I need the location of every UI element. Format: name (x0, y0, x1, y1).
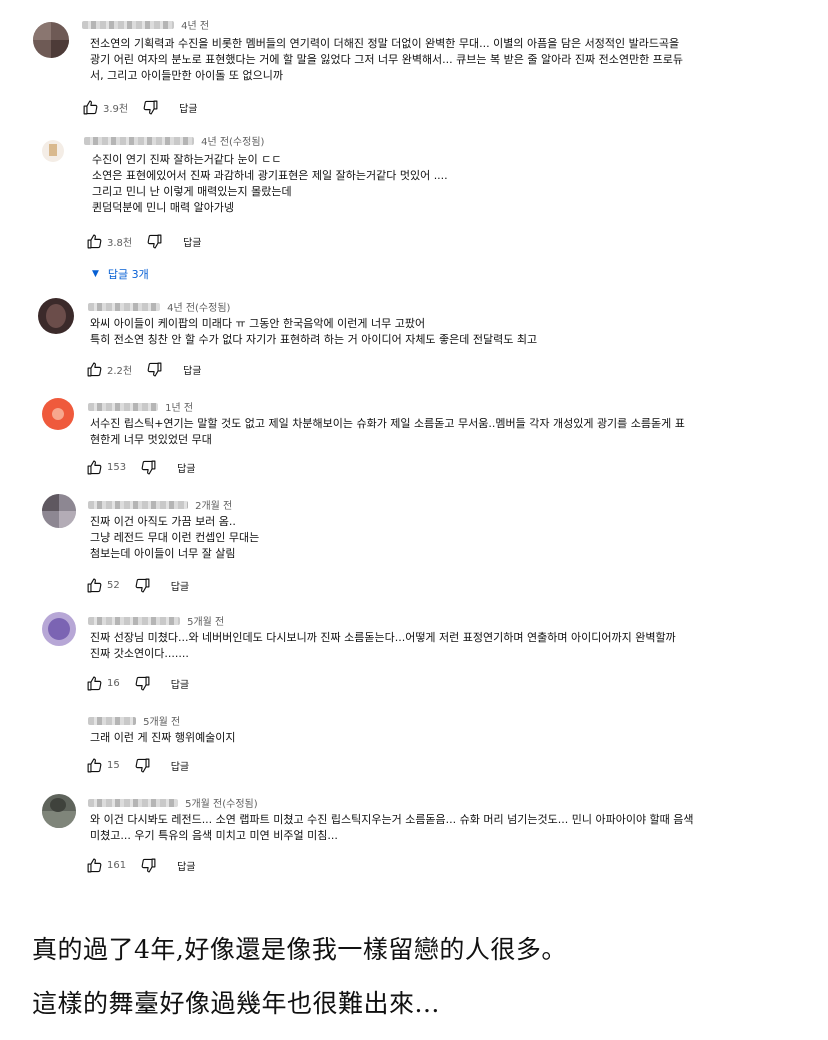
show-replies-label: 답글 3개 (107, 268, 149, 281)
thumb-up-icon[interactable] (86, 361, 103, 378)
thumb-down-icon[interactable] (140, 459, 157, 476)
comment-text: 진짜 선장님 미쳤다...와 네버버인데도 다시보니까 진짜 소름돋는다...어… (90, 631, 676, 660)
comment-timestamp: 5개월 전(수정됨) (185, 799, 258, 810)
thumb-up-icon[interactable] (86, 757, 103, 774)
reply-button[interactable]: 답글 (171, 758, 189, 773)
comment-author[interactable]: 5개월 전(수정됨) (88, 792, 258, 810)
thumb-up-icon[interactable] (82, 99, 99, 116)
comment-text: 전소연의 기획력과 수진을 비롯한 멤버들의 연기력이 더해진 정말 더없이 완… (90, 37, 684, 82)
thumb-down-icon[interactable] (146, 361, 163, 378)
caption-line-1: 真的過了4年,好像還是像我一樣留戀的人很多。 (32, 935, 567, 964)
like-count: 16 (107, 677, 120, 689)
author-name-redacted (88, 616, 180, 625)
reply-button[interactable]: 답글 (171, 676, 189, 691)
avatar[interactable] (42, 612, 76, 646)
comment-text: 진짜 이건 아직도 가끔 보러 옴.. 그냥 레전드 무대 이런 컨셉인 무대는… (90, 515, 260, 560)
comment-author[interactable]: 4년 전 (82, 14, 209, 32)
author-name-redacted (88, 798, 178, 807)
like-count: 2.2천 (107, 365, 133, 377)
comment-actions: 52 답글 (86, 576, 189, 594)
avatar[interactable] (42, 794, 76, 828)
thumb-up-icon[interactable] (86, 857, 103, 874)
avatar[interactable] (38, 298, 74, 334)
comment-actions: 161 답글 (86, 856, 196, 874)
comment-author[interactable]: 2개월 전 (88, 494, 232, 512)
reply-button[interactable]: 답글 (183, 362, 201, 377)
comment-actions: 16 답글 (86, 674, 189, 692)
thumb-down-icon[interactable] (140, 857, 157, 874)
comment-actions: 3.9천 답글 (82, 98, 198, 116)
comment-author[interactable]: 4년 전(수정됨) (84, 130, 264, 148)
thumb-up-icon[interactable] (86, 577, 103, 594)
like-count: 153 (107, 461, 127, 473)
thumb-up-icon[interactable] (86, 233, 103, 250)
thumb-up-icon[interactable] (86, 459, 103, 476)
comment-text: 와 이건 다시봐도 레전드... 소연 랩파트 미쳤고 수진 립스틱지우는거 소… (90, 813, 694, 842)
comment-timestamp: 2개월 전 (195, 501, 233, 512)
show-replies-button[interactable]: ▼ 답글 3개 (92, 266, 149, 282)
comment-actions: 15 답글 (86, 756, 189, 774)
comment-text: 수진이 연기 진짜 잘하는거같다 눈이 ㄷㄷ 소연은 표현에있어서 진짜 과감하… (92, 153, 448, 214)
thumb-down-icon[interactable] (134, 577, 151, 594)
comment-actions: 153 답글 (86, 458, 196, 476)
like-count: 52 (107, 579, 120, 591)
comment-timestamp: 5개월 전 (187, 617, 225, 628)
avatar[interactable] (33, 22, 69, 58)
comment-author[interactable]: 5개월 전 (88, 710, 180, 728)
chevron-down-icon: ▼ (92, 269, 99, 279)
avatar[interactable] (42, 140, 64, 162)
like-count: 15 (107, 759, 120, 771)
reply-button[interactable]: 답글 (177, 460, 195, 475)
comment-timestamp: 1년 전 (165, 403, 194, 414)
comment-actions: 3.8천 답글 (86, 232, 202, 250)
like-count: 3.8천 (107, 237, 133, 249)
reply-button[interactable]: 답글 (177, 858, 195, 873)
comment-actions: 2.2천 답글 (86, 360, 202, 378)
comment-author[interactable]: 5개월 전 (88, 610, 224, 628)
author-name-redacted (84, 136, 194, 145)
reply-button[interactable]: 답글 (179, 100, 197, 115)
avatar[interactable] (42, 398, 74, 430)
comment-timestamp: 5개월 전 (143, 717, 181, 728)
comment-text: 그래 이런 게 진짜 행위예술이지 (90, 731, 236, 744)
comment-text: 와씨 아이들이 케이팝의 미래다 ㅠ 그동안 한국음악에 이런게 너무 고팠어 … (90, 317, 538, 346)
reply-button[interactable]: 답글 (183, 234, 201, 249)
like-count: 161 (107, 859, 127, 871)
comment-author[interactable]: 1년 전 (88, 396, 193, 414)
author-name-redacted (82, 20, 174, 29)
thumb-down-icon[interactable] (142, 99, 159, 116)
thumb-down-icon[interactable] (134, 675, 151, 692)
avatar[interactable] (42, 494, 76, 528)
caption-line-2: 這樣的舞臺好像過幾年也很難出來... (32, 989, 440, 1018)
comment-timestamp: 4년 전(수정됨) (167, 303, 231, 314)
comment-author[interactable]: 4년 전(수정됨) (88, 296, 230, 314)
comment-timestamp: 4년 전(수정됨) (201, 137, 265, 148)
comment-text: 서수진 립스틱+연기는 말할 것도 없고 제일 차분해보이는 슈화가 제일 소름… (90, 417, 685, 446)
like-count: 3.9천 (103, 103, 129, 115)
author-name-redacted (88, 402, 158, 411)
reply-button[interactable]: 답글 (171, 578, 189, 593)
author-name-redacted (88, 302, 160, 311)
thumb-up-icon[interactable] (86, 675, 103, 692)
thumb-down-icon[interactable] (146, 233, 163, 250)
author-name-redacted (88, 500, 188, 509)
comment-timestamp: 4년 전 (181, 21, 210, 32)
thumb-down-icon[interactable] (134, 757, 151, 774)
author-name-redacted (88, 716, 136, 725)
